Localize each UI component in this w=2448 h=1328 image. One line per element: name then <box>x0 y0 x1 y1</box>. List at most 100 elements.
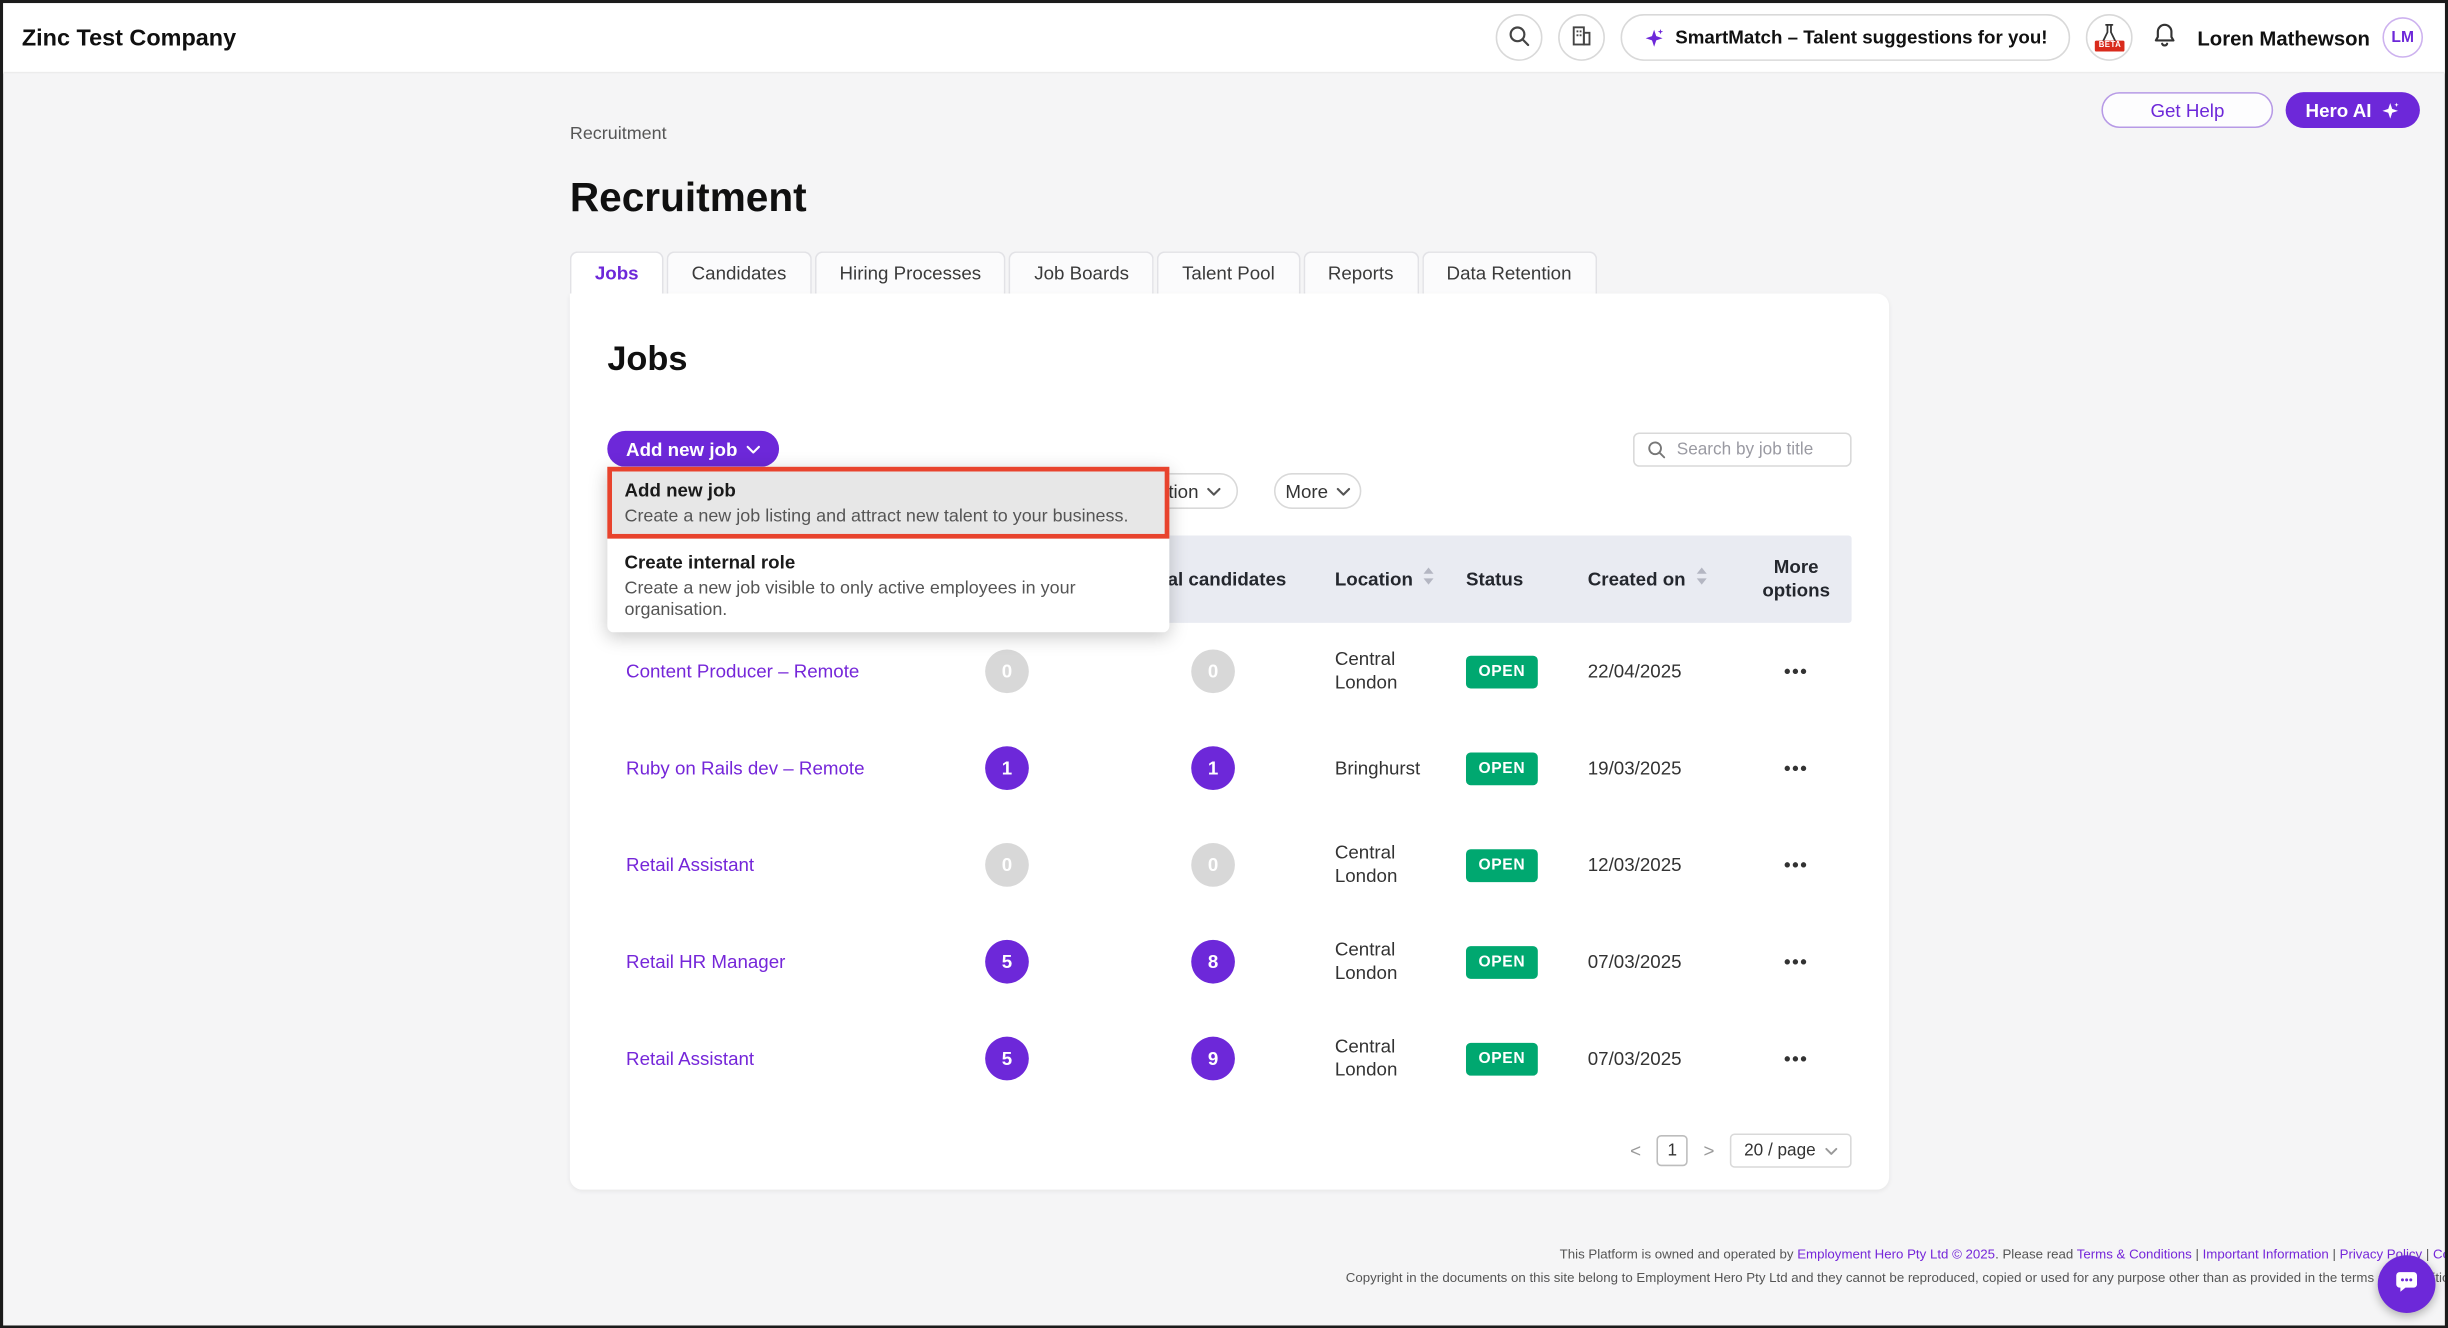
status-badge: OPEN <box>1466 849 1538 882</box>
tab-reports[interactable]: Reports <box>1303 251 1419 293</box>
row-more-options-button[interactable]: ••• <box>1775 1046 1818 1071</box>
beta-badge: BETA <box>2096 41 2125 52</box>
status-badge: OPEN <box>1466 655 1538 688</box>
job-location: Bringhurst <box>1316 756 1447 779</box>
column-header-created-on[interactable]: Created on <box>1569 567 1741 592</box>
search-icon <box>1647 439 1666 458</box>
dropdown-item-title: Create internal role <box>624 550 1152 575</box>
notifications-button[interactable] <box>2149 19 2182 56</box>
chevron-down-icon <box>1336 486 1350 495</box>
job-location: Central London <box>1316 1035 1447 1082</box>
column-label: Location <box>1335 568 1413 591</box>
table-row: Retail Assistant 5 9 Central London OPEN… <box>607 1010 1851 1107</box>
more-filters-label: More <box>1285 480 1328 502</box>
topbar: Zinc Test Company SmartMatch – Talent su… <box>3 3 2445 73</box>
tab-data-retention[interactable]: Data Retention <box>1422 251 1597 293</box>
footer-separator: | <box>2329 1246 2340 1262</box>
pagination-next-button[interactable]: > <box>1700 1140 1717 1162</box>
column-label: Status <box>1466 568 1523 591</box>
main-content: Get Help Hero AI Recruitment Recruitment… <box>3 73 2445 1328</box>
total-candidates-count: 9 <box>1191 1037 1235 1081</box>
important-information-link[interactable]: Important Information <box>2203 1246 2329 1262</box>
sort-icon[interactable] <box>1422 567 1434 592</box>
row-more-options-button[interactable]: ••• <box>1775 756 1818 781</box>
new-candidates-count: 1 <box>985 746 1029 790</box>
beta-labs-button[interactable]: BETA <box>2087 14 2134 61</box>
get-help-button[interactable]: Get Help <box>2102 92 2273 128</box>
search-button[interactable] <box>1496 14 1543 61</box>
pagination: < 1 > 20 / page <box>1627 1133 1852 1167</box>
page-size-value: 20 / page <box>1744 1141 1816 1160</box>
user-name: Loren Mathewson <box>2197 26 2370 49</box>
job-title-link[interactable]: Retail Assistant <box>626 1047 754 1069</box>
search-job-title-input[interactable] <box>1674 438 1838 460</box>
chevron-down-icon <box>1825 1147 1837 1155</box>
company-name: Zinc Test Company <box>22 24 236 51</box>
new-candidates-count: 0 <box>985 843 1029 887</box>
job-title-link[interactable]: Content Producer – Remote <box>626 660 859 682</box>
page-column: Recruitment Recruitment Jobs Candidates … <box>570 123 1889 1189</box>
footer-legal-line-2: Copyright in the documents on this site … <box>1346 1269 2448 1285</box>
dropdown-item-description: Create a new job listing and attract new… <box>624 506 1152 528</box>
job-created-on: 07/03/2025 <box>1569 1047 1741 1070</box>
hero-ai-button[interactable]: Hero AI <box>2285 92 2420 128</box>
total-candidates-count: 0 <box>1191 649 1235 693</box>
column-header-more-options: More options <box>1741 556 1852 603</box>
total-candidates-count: 8 <box>1191 940 1235 984</box>
hero-ai-label: Hero AI <box>2306 99 2372 121</box>
job-title-link[interactable]: Retail HR Manager <box>626 950 785 972</box>
avatar: LM <box>2382 17 2423 58</box>
terms-conditions-link[interactable]: Terms & Conditions <box>2077 1246 2192 1262</box>
row-more-options-button[interactable]: ••• <box>1775 949 1818 974</box>
table-row: Retail HR Manager 5 8 Central London OPE… <box>607 913 1851 1010</box>
table-row: Ruby on Rails dev – Remote 1 1 Bringhurs… <box>607 720 1851 817</box>
help-actions: Get Help Hero AI <box>2102 92 2420 128</box>
column-header-location[interactable]: Location <box>1316 567 1447 592</box>
page-title: Recruitment <box>570 170 1889 223</box>
tab-job-boards[interactable]: Job Boards <box>1009 251 1154 293</box>
user-menu[interactable]: Loren Mathewson LM <box>2197 17 2423 58</box>
footer-text: This Platform is owned and operated by <box>1560 1246 1798 1262</box>
row-more-options-button[interactable]: ••• <box>1775 852 1818 877</box>
sparkle-icon <box>1644 27 1664 47</box>
table-row: Retail Assistant 0 0 Central London OPEN… <box>607 817 1851 914</box>
job-location: Central London <box>1316 938 1447 985</box>
more-filters-button[interactable]: More <box>1274 473 1361 509</box>
cookie-policy-link[interactable]: Cook <box>2433 1246 2448 1262</box>
new-candidates-count: 5 <box>985 940 1029 984</box>
tab-jobs[interactable]: Jobs <box>570 251 664 293</box>
add-new-job-button[interactable]: Add new job <box>607 431 779 467</box>
sparkle-icon <box>2381 101 2400 120</box>
breadcrumb[interactable]: Recruitment <box>570 123 1889 145</box>
sort-icon[interactable] <box>1695 567 1707 592</box>
pagination-page-1[interactable]: 1 <box>1657 1135 1688 1166</box>
page-size-select[interactable]: 20 / page <box>1730 1133 1852 1167</box>
footer-text: . Please read <box>1995 1246 2077 1262</box>
column-label: Created on <box>1588 568 1686 591</box>
total-candidates-count: 0 <box>1191 843 1235 887</box>
status-badge: OPEN <box>1466 752 1538 785</box>
column-header-status: Status <box>1447 568 1569 591</box>
row-more-options-button[interactable]: ••• <box>1775 659 1818 684</box>
topbar-actions: SmartMatch – Talent suggestions for you!… <box>1496 14 2423 61</box>
tab-hiring-processes[interactable]: Hiring Processes <box>815 251 1007 293</box>
dropdown-item-title: Add new job <box>624 478 1152 503</box>
tab-candidates[interactable]: Candidates <box>667 251 812 293</box>
employment-hero-link[interactable]: Employment Hero Pty Ltd © 2025 <box>1797 1246 1995 1262</box>
job-location: Central London <box>1316 648 1447 695</box>
dropdown-item-create-internal-role[interactable]: Create internal role Create a new job vi… <box>607 539 1169 633</box>
tab-talent-pool[interactable]: Talent Pool <box>1157 251 1300 293</box>
smartmatch-button[interactable]: SmartMatch – Talent suggestions for you! <box>1621 14 2071 61</box>
chat-widget-button[interactable] <box>2378 1255 2436 1313</box>
job-title-link[interactable]: Retail Assistant <box>626 853 754 875</box>
recruitment-tabs: Jobs Candidates Hiring Processes Job Boa… <box>570 251 1889 293</box>
new-candidates-count: 0 <box>985 649 1029 693</box>
dropdown-item-add-new-job[interactable]: Add new job Create a new job listing and… <box>607 467 1169 539</box>
job-created-on: 12/03/2025 <box>1569 853 1741 876</box>
organisation-button[interactable] <box>1558 14 1605 61</box>
bell-icon <box>2152 22 2179 53</box>
job-created-on: 07/03/2025 <box>1569 950 1741 973</box>
pagination-prev-button[interactable]: < <box>1627 1140 1644 1162</box>
job-title-link[interactable]: Ruby on Rails dev – Remote <box>626 756 864 778</box>
job-location: Central London <box>1316 841 1447 888</box>
